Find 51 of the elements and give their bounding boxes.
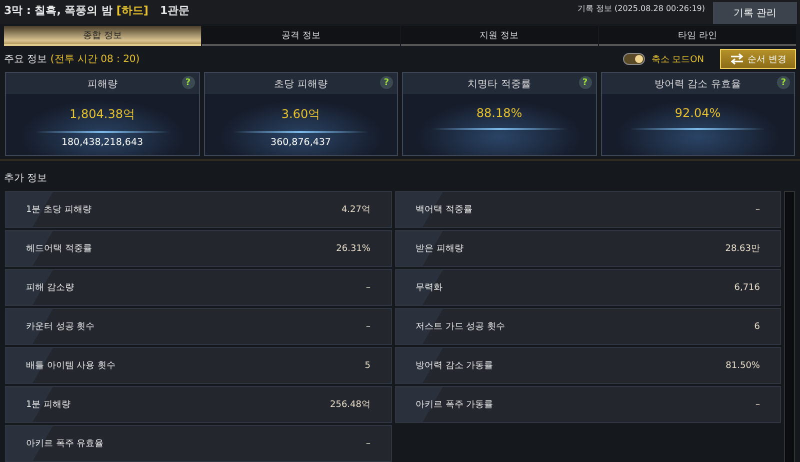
stat-value: 81.50% [726,360,760,370]
card-detail: 180,438,218,643 [61,137,144,148]
toggle-label: 축소 모드ON [651,54,704,66]
stat-value: 6,716 [734,282,760,292]
tab[interactable]: 지원 정보 [400,26,598,46]
section-title: 추가 정보 [4,173,48,184]
stat-name: 카운터 성공 횟수 [26,321,95,333]
stat-value: – [366,282,370,292]
stat-value: – [756,204,760,214]
card-value: 3.60억 [281,106,320,123]
stat-value: 26.31% [336,244,370,254]
stat-name: 헤드어택 적중률 [26,243,92,255]
card-detail: 360,876,437 [270,137,331,148]
card-title: 치명타 적중률 [468,78,531,90]
stat-value: – [366,438,370,448]
window-title: 3막 : 칠흑, 폭풍의 밤 [하드] 1관문 [3,3,191,19]
record-manage-button[interactable]: 기록 관리 [713,2,797,24]
stat-name: 아키르 폭주 가동률 [416,399,494,411]
sort-order-button[interactable]: 순서 변경 [720,49,796,69]
stat-name: 받은 피해량 [416,243,464,255]
help-icon[interactable]: ? [578,76,592,89]
record-timestamp: 기록 정보 (2025.08.28 00:26:19) [577,3,705,14]
stat-name: 아키르 폭주 유효율 [26,438,104,450]
stat-value: – [366,322,370,332]
stat-value: – [756,400,760,410]
stat-name: 무력화 [416,282,442,294]
tab[interactable]: 종합 정보 [4,26,202,46]
tab[interactable]: 공격 정보 [202,26,400,46]
stat-name: 1분 피해량 [26,399,71,411]
card-title: 초당 피해량 [274,78,328,90]
card-value: 92.04% [674,106,721,120]
card-title: 피해량 [87,78,118,90]
section-title: 주요 정보 (전투 시간 08 : 20) [4,53,140,66]
help-icon[interactable]: ? [777,76,790,89]
stat-name: 방어력 감소 가동률 [416,360,494,372]
tab[interactable]: 타임 라인 [598,26,796,46]
stat-value: 28.63만 [725,243,760,255]
stat-name: 저스트 가드 성공 횟수 [416,321,506,333]
stat-value: 6 [754,322,760,332]
help-icon[interactable]: ? [380,76,393,89]
stat-value: 256.48억 [330,399,370,411]
stat-value: 5 [364,360,370,370]
stat-name: 배틀 아이템 사용 횟수 [26,360,116,372]
card-title: 방어력 감소 유효율 [654,78,741,90]
card-value: 1,804.38억 [70,106,135,123]
stat-name: 1분 초당 피해량 [26,204,92,216]
stat-name: 백어택 적중률 [416,204,472,216]
card-value: 88.18% [476,106,522,120]
help-icon[interactable]: ? [182,76,194,89]
stat-name: 피해 감소량 [26,282,74,294]
stat-value: 4.27억 [341,204,370,216]
